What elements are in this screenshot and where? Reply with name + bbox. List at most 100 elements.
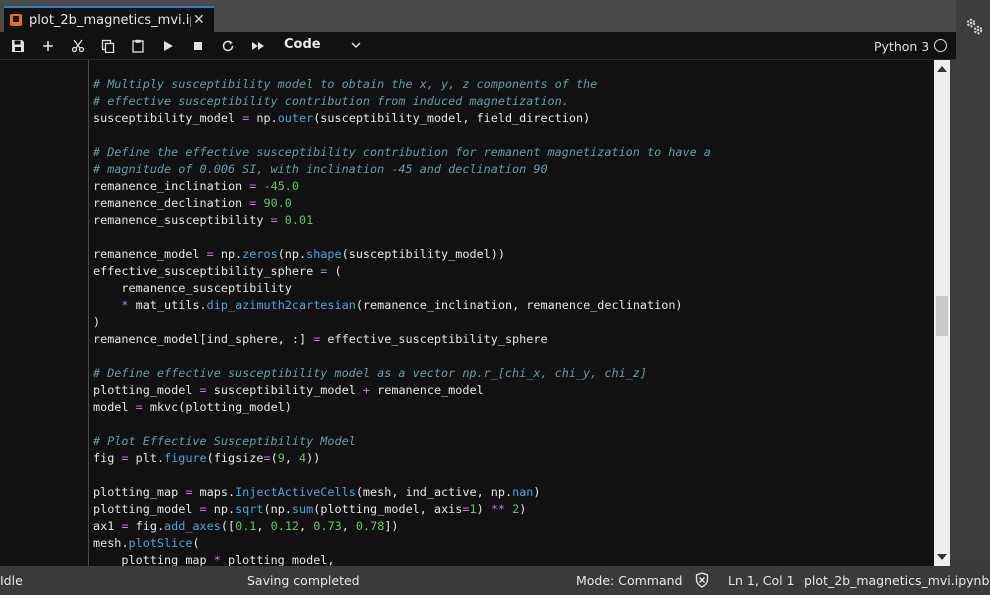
code-line[interactable]: remanence_inclination = -45.0 [93, 178, 711, 195]
code-token: shape [306, 247, 342, 261]
trust-shield-icon[interactable] [695, 572, 709, 591]
code-token: 0.78 [355, 519, 385, 533]
code-token: remanence_susceptibility [93, 213, 271, 227]
right-sidebar [956, 0, 990, 566]
code-line[interactable]: remanence_susceptibility = 0.01 [93, 212, 711, 229]
code-token: # Define the effective susceptibility co… [93, 145, 711, 159]
code-token: (susceptibility_model)) [341, 247, 505, 261]
code-line[interactable]: remanence_model = np.zeros(np.shape(susc… [93, 246, 711, 263]
tab-title: plot_2b_magnetics_mvi.ipynb [29, 12, 191, 28]
code-line[interactable] [93, 467, 711, 484]
cursor-position[interactable]: Ln 1, Col 1 [728, 573, 795, 588]
stop-icon[interactable] [190, 38, 206, 54]
code-line[interactable]: ) [93, 314, 711, 331]
code-line[interactable]: # Multiply susceptibility model to obtai… [93, 76, 711, 93]
code-line[interactable]: plotting_model = np.sqrt(np.sum(plotting… [93, 501, 711, 518]
code-token: np. [213, 247, 243, 261]
cut-icon[interactable] [70, 38, 86, 54]
status-message: Saving completed [247, 573, 360, 588]
code-line[interactable]: # magnitude of 0.006 SI, with inclinatio… [93, 161, 711, 178]
code-line[interactable]: # Plot Effective Susceptibility Model [93, 433, 711, 450]
notebook-tab[interactable]: plot_2b_magnetics_mvi.ipynb ✕ [4, 6, 214, 32]
code-line[interactable]: plotting_model = susceptibility_model + … [93, 382, 711, 399]
code-line[interactable]: * mat_utils.dip_azimuth2cartesian(remane… [93, 297, 711, 314]
code-token: -45.0 [263, 179, 299, 193]
chevron-down-icon [350, 39, 362, 55]
code-token: (np. [277, 247, 307, 261]
code-line[interactable] [93, 416, 711, 433]
code-token: (mesh, ind_active, np. [355, 485, 513, 499]
cell-collapser[interactable] [88, 60, 89, 566]
code-token: = [121, 451, 129, 465]
status-bar: Idle Saving completed Mode: Command Ln 1… [0, 566, 990, 595]
run-icon[interactable] [160, 38, 176, 54]
code-token: effective_susceptibility_sphere [320, 332, 548, 346]
code-cell-editor[interactable]: # Multiply susceptibility model to obtai… [93, 76, 711, 566]
scroll-up-arrow-icon[interactable] [937, 66, 947, 72]
paste-icon[interactable] [130, 38, 146, 54]
status-file-name: plot_2b_magnetics_mvi.ipynb [804, 573, 990, 588]
code-line[interactable]: plotting_map = maps.InjectActiveCells(me… [93, 484, 711, 501]
close-tab-icon[interactable]: ✕ [193, 12, 205, 28]
cell-type-dropdown[interactable]: Code [284, 37, 364, 55]
add-icon[interactable] [40, 38, 56, 54]
notebook-icon [10, 14, 22, 26]
code-line[interactable]: # Define the effective susceptibility co… [93, 144, 711, 161]
restart-icon[interactable] [220, 38, 236, 54]
code-token: susceptibility_model [206, 383, 363, 397]
code-token: 1 [469, 502, 477, 516]
code-token: zeros [242, 247, 278, 261]
kernel-name[interactable]: Python 3 [874, 39, 929, 54]
code-token: , [256, 519, 271, 533]
scroll-down-arrow-icon[interactable] [937, 554, 947, 560]
code-line[interactable]: remanence_declination = 90.0 [93, 195, 711, 212]
code-token: * [121, 298, 129, 312]
code-line[interactable]: # Define effective susceptibility model … [93, 365, 711, 382]
kernel-state[interactable]: Idle [0, 573, 23, 588]
code-line[interactable] [93, 229, 711, 246]
code-token: # effective susceptibility contribution … [93, 94, 569, 108]
scrollbar-thumb[interactable] [936, 296, 948, 336]
code-line[interactable]: model = mkvc(plotting_model) [93, 399, 711, 416]
code-token: model [93, 400, 136, 414]
code-line[interactable]: susceptibility_model = np.outer(suscepti… [93, 110, 711, 127]
code-token: ) [533, 485, 541, 499]
code-token: )) [306, 451, 321, 465]
save-icon[interactable] [10, 38, 26, 54]
code-line[interactable]: plotting_map * plotting_model, [93, 552, 711, 566]
code-token: plotting_model, [220, 553, 335, 566]
code-token: plotSlice [128, 536, 193, 550]
code-token: = [135, 400, 143, 414]
code-token: InjectActiveCells [235, 485, 356, 499]
code-token: fig. [128, 519, 165, 533]
code-token: 0.01 [284, 213, 314, 227]
code-token: 90.0 [263, 196, 292, 210]
code-token: + [362, 383, 371, 397]
code-line[interactable] [93, 348, 711, 365]
code-token: (plotting_model, axis [313, 502, 463, 516]
code-token: = [263, 451, 271, 465]
property-inspector-gear-icon[interactable] [964, 16, 984, 40]
code-line[interactable]: mesh.plotSlice( [93, 535, 711, 552]
code-line[interactable]: ax1 = fig.add_axes([0.1, 0.12, 0.73, 0.7… [93, 518, 711, 535]
code-token: ( [192, 536, 200, 550]
code-line[interactable]: fig = plt.figure(figsize=(9, 4)) [93, 450, 711, 467]
code-token: ax1 [93, 519, 122, 533]
code-token: 0.73 [313, 519, 342, 533]
code-line[interactable] [93, 127, 711, 144]
code-token: remanence_declination [93, 196, 250, 210]
code-token: = [462, 502, 470, 516]
code-line[interactable]: remanence_model[ind_sphere, :] = effecti… [93, 331, 711, 348]
vertical-scrollbar[interactable] [934, 60, 950, 566]
code-token: outer [277, 111, 314, 125]
fast-forward-icon[interactable] [250, 38, 266, 54]
code-token: mkvc(plotting_model) [142, 400, 292, 414]
code-line[interactable]: # effective susceptibility contribution … [93, 93, 711, 110]
code-token: np. [249, 111, 278, 125]
code-token: 0.12 [270, 519, 300, 533]
mode-indicator[interactable]: Mode: Command [576, 573, 683, 588]
copy-icon[interactable] [100, 38, 116, 54]
code-line[interactable]: effective_susceptibility_sphere = ( [93, 263, 711, 280]
code-line[interactable]: remanence_susceptibility [93, 280, 711, 297]
